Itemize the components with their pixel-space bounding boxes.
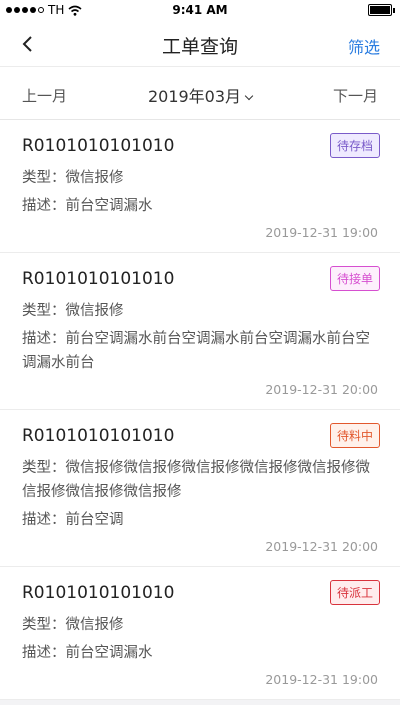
work-order-card[interactable]: R0101010101010 待存档 类型：微信报修 描述：前台空调漏水 201… bbox=[0, 120, 400, 253]
order-time: 2019-12-31 19:00 bbox=[265, 672, 378, 687]
month-selector: 上一月 2019年03月 下一月 bbox=[0, 66, 400, 120]
work-order-card[interactable]: R0101010101010 待料中 类型：微信报修微信报修微信报修微信报修微信… bbox=[0, 410, 400, 567]
work-order-card[interactable]: R0101010101010 待派工 类型：微信报修 描述：前台空调漏水 201… bbox=[0, 567, 400, 700]
filter-button[interactable]: 筛选 bbox=[348, 34, 380, 58]
next-month-button[interactable]: 下一月 bbox=[333, 85, 378, 106]
order-description: 描述：前台空调漏水 bbox=[22, 645, 153, 661]
order-id: R0101010101010 bbox=[22, 426, 175, 446]
status-badge: 待存档 bbox=[329, 133, 380, 158]
work-order-card[interactable]: R0101010101010 待接单 类型：微信报修 描述：前台空调漏水前台空调… bbox=[0, 253, 400, 410]
order-time: 2019-12-31 19:00 bbox=[265, 225, 378, 240]
order-type: 类型：微信报修 bbox=[22, 303, 124, 319]
page-title: 工单查询 bbox=[161, 36, 238, 58]
order-description: 描述：前台空调漏水前台空调漏水前台空调漏水前台空调漏水前台 bbox=[22, 331, 370, 371]
navigation-bar: 工单查询 筛选 bbox=[0, 22, 400, 66]
order-id: R0101010101010 bbox=[22, 269, 175, 289]
order-time: 2019-12-31 20:00 bbox=[265, 382, 378, 397]
order-id: R0101010101010 bbox=[22, 583, 175, 603]
order-time: 2019-12-31 20:00 bbox=[265, 539, 378, 554]
order-description: 描述：前台空调 bbox=[22, 512, 124, 528]
status-badge: 待接单 bbox=[329, 266, 380, 291]
order-type: 类型：微信报修 bbox=[22, 170, 124, 186]
order-description: 描述：前台空调漏水 bbox=[22, 198, 153, 214]
status-badge: 待派工 bbox=[329, 580, 380, 605]
current-month: 2019年03月 bbox=[147, 87, 242, 106]
order-type: 类型：微信报修 bbox=[22, 617, 124, 633]
status-bar: TH 9:41 AM bbox=[0, 0, 400, 22]
work-order-list: R0101010101010 待存档 类型：微信报修 描述：前台空调漏水 201… bbox=[0, 120, 400, 700]
battery-icon bbox=[368, 4, 395, 16]
order-type: 类型：微信报修微信报修微信报修微信报修微信报修微信报修微信报修微信报修 bbox=[22, 460, 370, 500]
chevron-down-icon bbox=[244, 91, 254, 101]
order-id: R0101010101010 bbox=[22, 136, 175, 156]
status-time: 9:41 AM bbox=[172, 3, 228, 17]
status-badge: 待料中 bbox=[329, 423, 380, 448]
